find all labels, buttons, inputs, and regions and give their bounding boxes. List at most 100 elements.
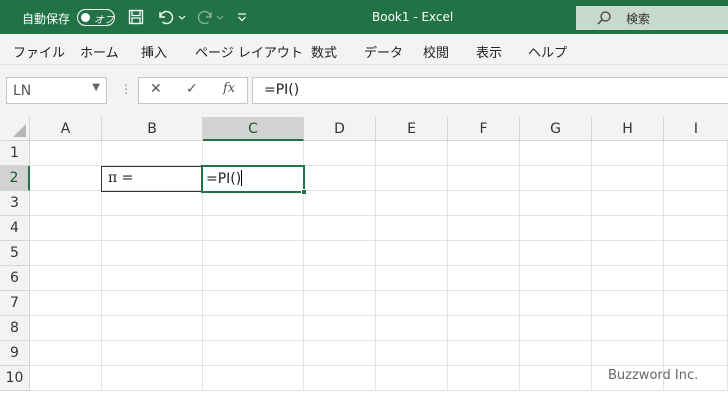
row-header-5[interactable]: 5 — [0, 241, 30, 266]
cell-g8[interactable] — [520, 316, 592, 341]
cell-f3[interactable] — [448, 191, 520, 216]
tab-formulas[interactable]: 数式 — [311, 42, 337, 61]
cell-g6[interactable] — [520, 266, 592, 291]
row-header-8[interactable]: 8 — [0, 316, 30, 341]
cell-i7[interactable] — [664, 291, 728, 316]
row-header-6[interactable]: 6 — [0, 266, 30, 291]
cell-c10[interactable] — [203, 366, 304, 391]
cell-f4[interactable] — [448, 216, 520, 241]
cell-e1[interactable] — [376, 141, 448, 166]
undo-icon[interactable] — [154, 6, 188, 28]
row-header-9[interactable]: 9 — [0, 341, 30, 366]
cell-g1[interactable] — [520, 141, 592, 166]
cell-i2[interactable] — [664, 166, 728, 191]
cell-c9[interactable] — [203, 341, 304, 366]
cell-b3[interactable] — [102, 191, 203, 216]
cell-i1[interactable] — [664, 141, 728, 166]
cell-h1[interactable] — [592, 141, 664, 166]
cell-d5[interactable] — [304, 241, 376, 266]
cell-g4[interactable] — [520, 216, 592, 241]
cell-a5[interactable] — [30, 241, 102, 266]
cell-b2[interactable]: π = — [101, 166, 203, 192]
column-header-b[interactable]: B — [102, 117, 203, 141]
column-header-c[interactable]: C — [203, 117, 304, 141]
cell-h9[interactable] — [592, 341, 664, 366]
tab-home[interactable]: ホーム — [80, 42, 119, 61]
splitter-dots-icon[interactable]: ⋮ — [120, 82, 132, 96]
cell-f10[interactable] — [448, 366, 520, 391]
cell-a9[interactable] — [30, 341, 102, 366]
cell-c1[interactable] — [203, 141, 304, 166]
cell-c2-active[interactable]: =PI() — [201, 165, 307, 195]
cell-g9[interactable] — [520, 341, 592, 366]
cell-g2[interactable] — [520, 166, 592, 191]
search-box[interactable]: 検索 — [576, 6, 728, 30]
cell-h8[interactable] — [592, 316, 664, 341]
cell-e9[interactable] — [376, 341, 448, 366]
cell-a1[interactable] — [30, 141, 102, 166]
column-header-h[interactable]: H — [592, 117, 664, 141]
enter-icon[interactable]: ✓ — [186, 81, 198, 97]
cell-a4[interactable] — [30, 216, 102, 241]
fill-handle[interactable] — [301, 189, 307, 195]
cell-e8[interactable] — [376, 316, 448, 341]
redo-icon[interactable] — [193, 6, 227, 28]
cell-b1[interactable] — [102, 141, 203, 166]
cell-d4[interactable] — [304, 216, 376, 241]
cell-c8[interactable] — [203, 316, 304, 341]
cell-h3[interactable] — [592, 191, 664, 216]
cell-i9[interactable] — [664, 341, 728, 366]
cell-b5[interactable] — [102, 241, 203, 266]
cell-e6[interactable] — [376, 266, 448, 291]
cell-f8[interactable] — [448, 316, 520, 341]
cell-i6[interactable] — [664, 266, 728, 291]
cell-e5[interactable] — [376, 241, 448, 266]
cell-d1[interactable] — [304, 141, 376, 166]
cell-d10[interactable] — [304, 366, 376, 391]
cell-b7[interactable] — [102, 291, 203, 316]
cell-f9[interactable] — [448, 341, 520, 366]
row-header-7[interactable]: 7 — [0, 291, 30, 316]
column-header-i[interactable]: I — [664, 117, 728, 141]
cell-h5[interactable] — [592, 241, 664, 266]
tab-page-layout[interactable]: ページ レイアウト — [195, 42, 303, 61]
column-header-a[interactable]: A — [30, 117, 102, 141]
cell-f5[interactable] — [448, 241, 520, 266]
cell-g7[interactable] — [520, 291, 592, 316]
cell-f2[interactable] — [448, 166, 520, 191]
cell-c5[interactable] — [203, 241, 304, 266]
cell-i5[interactable] — [664, 241, 728, 266]
cell-b8[interactable] — [102, 316, 203, 341]
cell-c4[interactable] — [203, 216, 304, 241]
row-header-4[interactable]: 4 — [0, 216, 30, 241]
cell-d2[interactable] — [304, 166, 376, 191]
column-header-f[interactable]: F — [448, 117, 520, 141]
column-header-e[interactable]: E — [376, 117, 448, 141]
cell-c3[interactable] — [203, 191, 304, 216]
cell-a3[interactable] — [30, 191, 102, 216]
cell-i8[interactable] — [664, 316, 728, 341]
cell-f6[interactable] — [448, 266, 520, 291]
column-header-g[interactable]: G — [520, 117, 592, 141]
cell-e2[interactable] — [376, 166, 448, 191]
cell-d9[interactable] — [304, 341, 376, 366]
cell-g10[interactable] — [520, 366, 592, 391]
row-header-2[interactable]: 2 — [0, 166, 30, 191]
cell-a7[interactable] — [30, 291, 102, 316]
autosave-toggle[interactable]: オフ — [77, 9, 115, 26]
row-header-1[interactable]: 1 — [0, 141, 30, 166]
tab-view[interactable]: 表示 — [476, 42, 502, 61]
name-box[interactable]: LN ▼ — [6, 77, 107, 104]
formula-input[interactable]: =PI() — [252, 77, 728, 104]
cell-d6[interactable] — [304, 266, 376, 291]
cell-a2[interactable] — [30, 166, 102, 191]
cell-d7[interactable] — [304, 291, 376, 316]
column-header-d[interactable]: D — [304, 117, 376, 141]
tab-data[interactable]: データ — [364, 42, 403, 61]
chevron-down-icon[interactable]: ▼ — [92, 82, 100, 93]
cell-c6[interactable] — [203, 266, 304, 291]
cell-c7[interactable] — [203, 291, 304, 316]
tab-help[interactable]: ヘルプ — [528, 42, 567, 61]
cell-i4[interactable] — [664, 216, 728, 241]
cell-e7[interactable] — [376, 291, 448, 316]
